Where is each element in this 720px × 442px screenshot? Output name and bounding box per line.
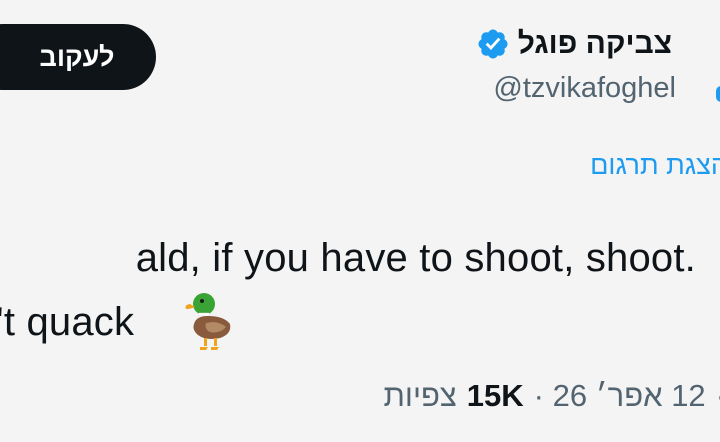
author-name-row: צביקה פוגל <box>476 22 672 66</box>
tweet-text-line-2: 't quack <box>0 300 135 344</box>
views-label: צפיות <box>383 378 457 413</box>
tweet-timestamp[interactable]: 12 אפר׳ 26 · <box>534 378 706 414</box>
views-count: 15K <box>466 378 524 413</box>
duck-icon <box>185 293 231 350</box>
author-display-name[interactable]: צביקה פוגל <box>518 27 672 61</box>
author-handle[interactable]: @tzvikafoghel <box>493 72 676 105</box>
tweet-meta: · 12 אפר׳ 26 · 15K צפיות <box>383 378 720 414</box>
meta-leading-dot: · <box>716 378 720 414</box>
partial-avatar-edge <box>716 86 720 102</box>
tweet-text-line-1: ald, if you have to shoot, shoot. <box>135 236 696 280</box>
follow-button[interactable]: לעקוב <box>0 24 156 90</box>
verified-badge-icon <box>478 29 508 59</box>
show-translation-link[interactable]: הצגת תרגום <box>590 150 720 181</box>
